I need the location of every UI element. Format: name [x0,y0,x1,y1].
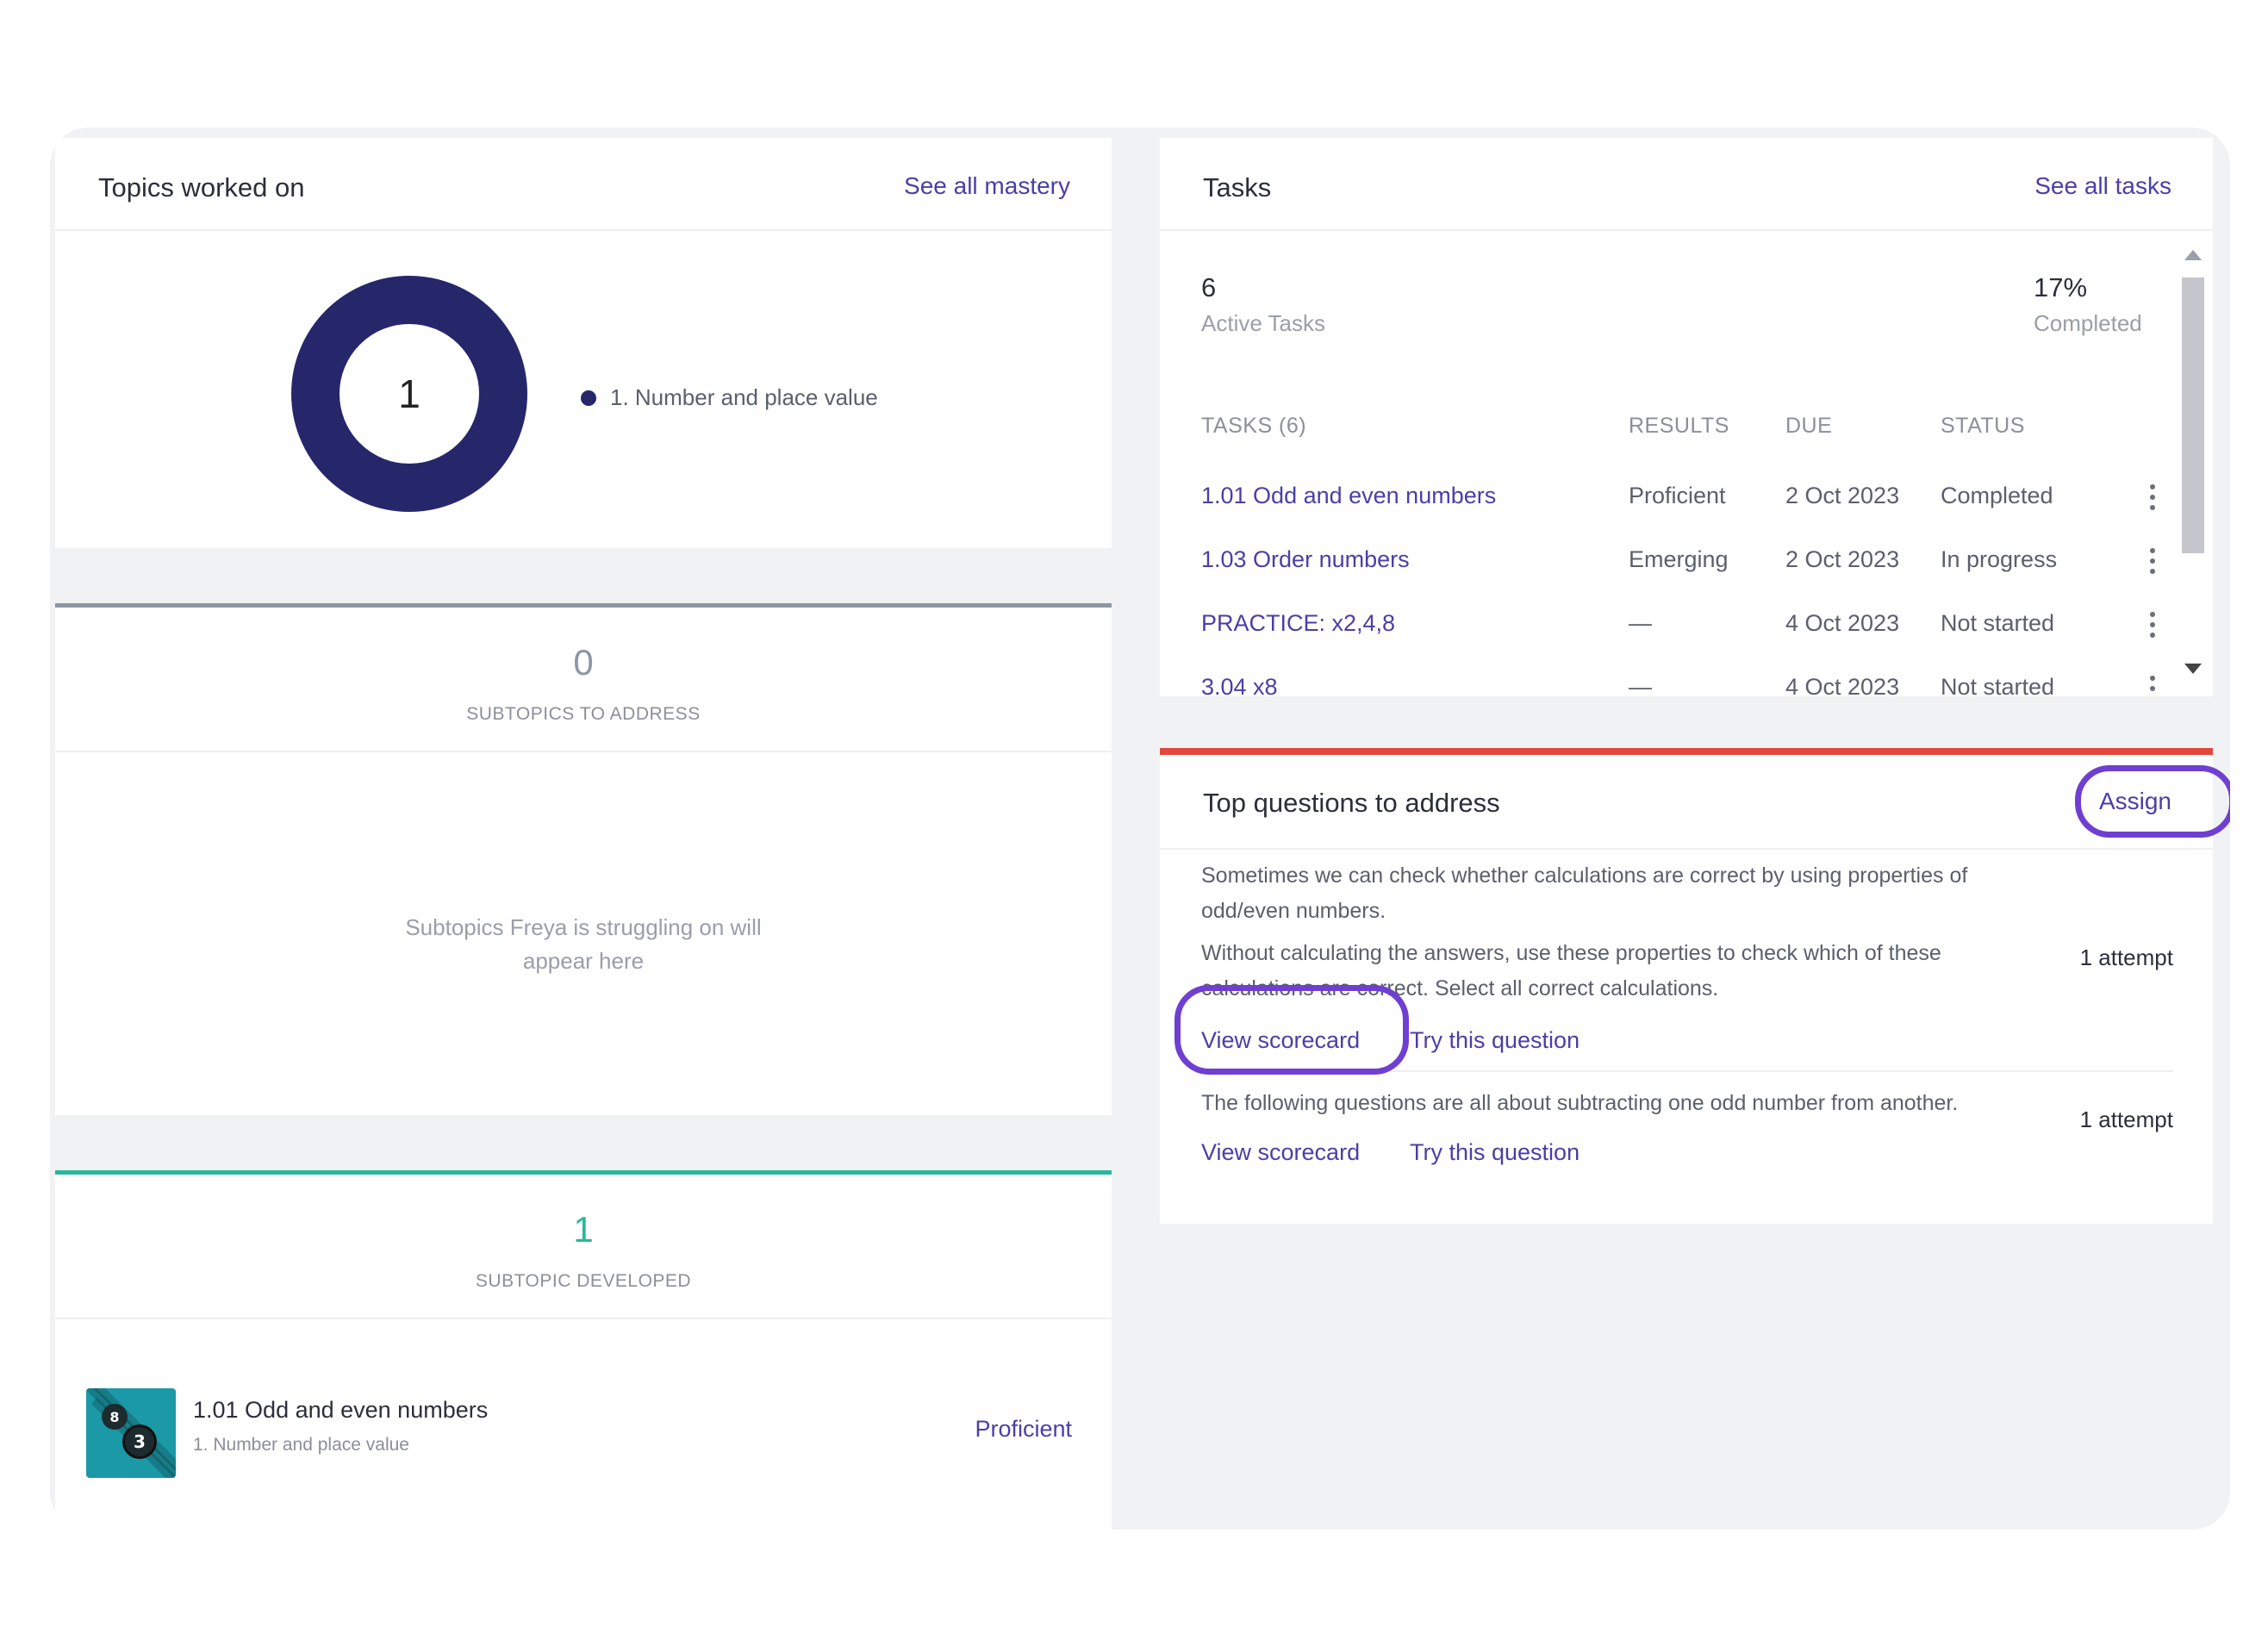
attempt-count: 1 attempt [2079,1106,2173,1132]
task-result: Emerging [1629,546,1729,572]
task-due: 2 Oct 2023 [1785,546,1900,572]
mastery-badge: Proficient [975,1416,1072,1442]
legend-label: 1. Number and place value [610,384,878,410]
question-text: Sometimes we can check whether calculati… [1201,863,1968,888]
developed-count: 1 [573,1209,594,1250]
task-result: — [1629,610,1652,636]
more-options-icon[interactable] [2144,610,2161,639]
try-question-link[interactable]: Try this question [1410,1027,1580,1054]
to-address-count: 0 [573,642,594,683]
task-due: 4 Oct 2023 [1785,610,1900,636]
task-name-link[interactable]: 3.04 x8 [1201,674,1278,696]
task-status: In progress [1941,546,2058,572]
subtopic-title[interactable]: 1.01 Odd and even numbers [193,1397,488,1424]
table-row[interactable]: 3.04 x8 — 4 Oct 2023 Not started [1160,674,2159,696]
empty-message-line2: appear here [522,948,645,974]
col-header-tasks[interactable]: TASKS (6) [1201,414,1306,439]
completed-label: Completed [2034,310,2142,336]
more-options-icon[interactable] [2144,483,2161,512]
attempt-count: 1 attempt [2079,944,2173,970]
task-result: — [1629,674,1652,696]
subtopic-topic: 1. Number and place value [193,1435,409,1455]
task-status: Completed [1941,483,2053,508]
topics-header: Topics worked on See all mastery [55,138,1112,231]
dashboard: Topics worked on See all mastery 1 1. Nu… [50,128,2230,1530]
subtopic-developed-card: 1 SUBTOPIC DEVELOPED 8 3 1.01 Odd and ev… [55,1170,1112,1530]
col-header-due[interactable]: DUE [1785,414,1832,439]
tasks-header: Tasks See all tasks [1160,138,2213,231]
more-options-icon[interactable] [2144,546,2161,576]
table-row[interactable]: 1.03 Order numbers Emerging 2 Oct 2023 I… [1160,546,2159,598]
tasks-table-body: 1.01 Odd and even numbers Proficient 2 O… [1160,474,2173,696]
see-all-tasks-link[interactable]: See all tasks [2034,172,2171,200]
task-status: Not started [1941,674,2055,696]
scrollbar-thumb[interactable] [2182,277,2204,553]
developed-label: SUBTOPIC DEVELOPED [475,1271,692,1291]
tasks-card: Tasks See all tasks 6 Active Tasks 17% C… [1160,138,2213,696]
question-text: Without calculating the answers, use the… [1201,941,1941,965]
donut-legend: 1. Number and place value [581,384,878,411]
col-header-status[interactable]: STATUS [1941,414,2025,439]
more-options-icon[interactable] [2144,674,2161,696]
task-status: Not started [1941,610,2055,636]
tasks-title: Tasks [1203,172,1272,203]
task-result: Proficient [1629,483,1726,508]
view-scorecard-link[interactable]: View scorecard [1201,1027,1360,1054]
assign-button[interactable]: Assign [2099,788,2171,815]
topics-card: Topics worked on See all mastery 1 1. Nu… [55,138,1112,548]
active-tasks-label: Active Tasks [1201,310,1326,336]
scroll-up-arrow-icon[interactable] [2184,250,2202,260]
donut-value: 1 [398,371,421,416]
task-due: 2 Oct 2023 [1785,483,1900,508]
subtopics-to-address-card: 0 SUBTOPICS TO ADDRESS Subtopics Freya i… [55,603,1112,1115]
empty-message-line1: Subtopics Freya is struggling on will [405,914,762,940]
question-text: odd/even numbers. [1201,899,1386,923]
legend-dot-icon [581,390,596,406]
completed-percent: 17% [2034,272,2088,302]
divider [55,751,1112,752]
scroll-down-arrow-icon[interactable] [2184,664,2202,674]
to-address-label: SUBTOPICS TO ADDRESS [466,704,701,724]
task-name-link[interactable]: 1.03 Order numbers [1201,546,1410,573]
view-scorecard-link[interactable]: View scorecard [1201,1139,1360,1166]
see-all-mastery-link[interactable]: See all mastery [904,172,1070,200]
divider [1201,1070,2173,1072]
billiard-ball-icon: 3 [122,1424,157,1459]
top-questions-card: Top questions to address Assign Sometime… [1160,748,2213,1224]
topics-title: Topics worked on [98,172,305,203]
question-text: calculations are correct. Select all cor… [1201,976,1719,1001]
try-question-link[interactable]: Try this question [1410,1139,1580,1166]
table-row[interactable]: 1.01 Odd and even numbers Proficient 2 O… [1160,483,2159,534]
question-text: The following questions are all about su… [1201,1091,1959,1115]
task-due: 4 Oct 2023 [1785,674,1900,696]
billiard-ball-icon: 8 [102,1404,128,1430]
subtopic-thumbnail: 8 3 [86,1388,176,1478]
col-header-results[interactable]: RESULTS [1629,414,1729,439]
divider [55,1318,1112,1319]
table-row[interactable]: PRACTICE: x2,4,8 — 4 Oct 2023 Not starte… [1160,610,2159,662]
active-tasks-count: 6 [1201,272,1217,302]
questions-header: Top questions to address Assign [1160,755,2213,850]
task-name-link[interactable]: PRACTICE: x2,4,8 [1201,610,1395,637]
questions-title: Top questions to address [1203,788,1500,818]
task-name-link[interactable]: 1.01 Odd and even numbers [1201,483,1496,509]
tasks-scrollbar[interactable] [2173,233,2213,696]
